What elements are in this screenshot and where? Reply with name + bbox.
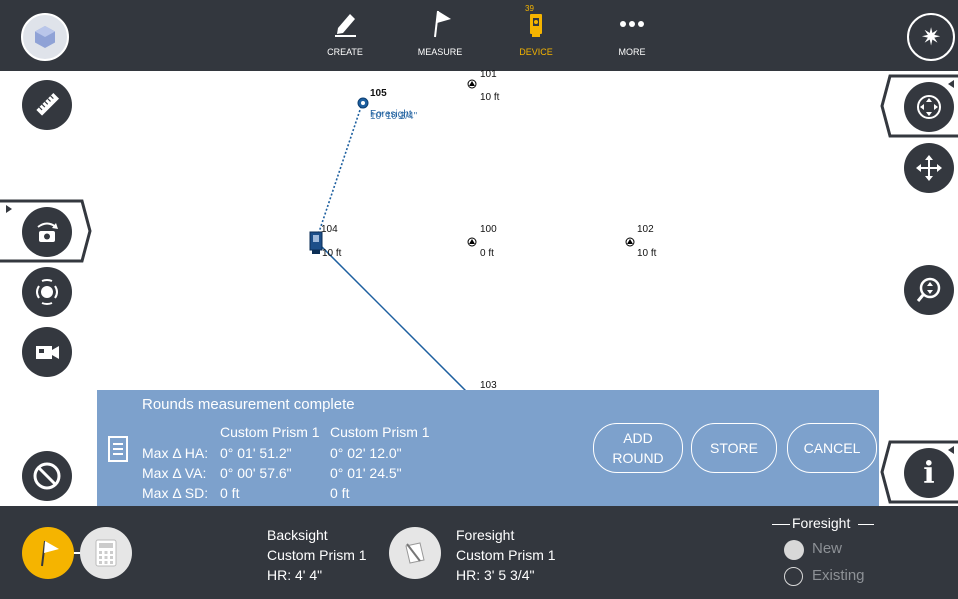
point-100-marker[interactable] (467, 237, 477, 247)
nav-more[interactable]: MORE (597, 8, 667, 57)
point-104-name: 104 (321, 224, 338, 235)
direction-pad-icon (917, 95, 941, 119)
calculator-mode-button[interactable] (80, 527, 132, 579)
foresight-title: Foresight (456, 527, 515, 543)
point-102-name: 102 (637, 224, 654, 235)
point-104-dist: 10 ft (322, 248, 342, 259)
option-existing-label[interactable]: Existing (812, 567, 865, 584)
nav-more-label: MORE (618, 47, 646, 57)
foresight-group-rule-right (858, 524, 874, 525)
pan-navigate-button[interactable] (904, 82, 954, 132)
col-header-1: Custom Prism 1 (220, 424, 320, 440)
row-va-value-1: 0° 00' 57.6" (220, 465, 292, 481)
info-icon: i (923, 455, 935, 491)
nav-device[interactable]: 39 DEVICE (501, 4, 571, 57)
foresight-target: Custom Prism 1 (456, 547, 556, 563)
move-button[interactable] (904, 143, 954, 193)
flag-icon (41, 540, 59, 567)
flag-icon (434, 10, 451, 38)
row-ha-value-2: 0° 02' 12.0" (330, 445, 402, 461)
row-sd-value-2: 0 ft (330, 485, 350, 501)
bottom-bar: Backsight Custom Prism 1 HR: 4' 4" Fores… (0, 506, 958, 599)
point-101-name: 101 (480, 69, 497, 80)
nav-measure[interactable]: MEASURE (405, 8, 475, 57)
panel-title: Rounds measurement complete (142, 396, 355, 413)
point-105-dist: 10' 10 3/4" (370, 111, 418, 122)
foresight-group-legend: Foresight (792, 515, 851, 531)
backsight-line (315, 240, 473, 398)
point-105-name: 105 (370, 88, 387, 99)
row-label-ha: Max Δ HA: (142, 445, 209, 461)
backsight-title: Backsight (267, 527, 328, 543)
top-toolbar: CREATE MEASURE 39 DEVICE MORE ✷ (0, 0, 958, 71)
video-button[interactable] (22, 327, 72, 377)
row-va-value-2: 0° 01' 24.5" (330, 465, 402, 481)
tracking-mode-button[interactable] (22, 267, 72, 317)
report-icon (108, 436, 128, 462)
zoom-button[interactable] (904, 265, 954, 315)
prism-signal-icon (36, 279, 58, 305)
ruler-icon (36, 92, 60, 116)
option-new-radio[interactable] (784, 540, 804, 560)
store-label: STORE (710, 440, 758, 456)
move-arrows-icon (916, 155, 942, 181)
foresight-line (315, 103, 363, 242)
nav-device-label: DEVICE (519, 47, 553, 57)
option-new-label[interactable]: New (812, 540, 842, 557)
battery-badge: 39 (525, 4, 534, 13)
point-105-marker[interactable] (357, 97, 369, 109)
nav-create[interactable]: CREATE (310, 8, 380, 57)
video-camera-icon (36, 346, 59, 359)
backsight-hr: HR: 4' 4" (267, 567, 323, 583)
store-button[interactable]: STORE (691, 423, 777, 473)
col-header-2: Custom Prism 1 (330, 424, 430, 440)
option-existing-radio[interactable] (784, 567, 803, 586)
backsight-target: Custom Prism 1 (267, 547, 367, 563)
foresight-group-rule-left (772, 524, 790, 525)
row-ha-value-1: 0° 01' 51.2" (220, 445, 292, 461)
hexagon-icon (35, 26, 55, 48)
prism-target-icon (405, 542, 425, 564)
measure-mode-button[interactable] (22, 527, 74, 579)
camera-rotate-button[interactable] (22, 207, 72, 257)
project-home-button[interactable] (21, 13, 69, 61)
point-102-marker[interactable] (625, 237, 635, 247)
row-label-sd: Max Δ SD: (142, 485, 209, 501)
calculator-icon (95, 539, 117, 567)
point-102-dist: 10 ft (637, 248, 657, 259)
cancel-label: CANCEL (803, 440, 861, 456)
laser-pointer-button[interactable]: ✷ (907, 13, 955, 61)
rotate-camera-icon (37, 222, 58, 242)
foresight-target-button[interactable] (389, 527, 441, 579)
point-101-dist: 10 ft (480, 92, 500, 103)
point-100-name: 100 (480, 224, 497, 235)
row-sd-value-1: 0 ft (220, 485, 240, 501)
foresight-hr: HR: 3' 5 3/4" (456, 567, 535, 583)
tape-measure-button[interactable] (22, 80, 72, 130)
cancel-measure-button[interactable] (22, 451, 72, 501)
add-round-label-line1: ADD (623, 430, 653, 446)
row-label-va: Max Δ VA: (142, 465, 207, 481)
point-101-marker[interactable] (467, 79, 477, 89)
rounds-result-panel: Rounds measurement complete Custom Prism… (97, 390, 879, 506)
point-100-dist: 0 ft (480, 248, 494, 259)
more-dots-icon (620, 21, 644, 27)
magnifier-icon (916, 277, 941, 302)
nav-measure-label: MEASURE (417, 47, 463, 57)
pencil-icon (335, 14, 356, 37)
starburst-icon: ✷ (920, 23, 942, 51)
info-button[interactable]: i (904, 448, 954, 498)
nav-create-label: CREATE (327, 47, 363, 57)
add-round-button[interactable]: ADD ROUND (593, 423, 683, 473)
add-round-label-line2: ROUND (612, 450, 664, 466)
cancel-button[interactable]: CANCEL (787, 423, 877, 473)
prohibited-icon (33, 462, 61, 490)
